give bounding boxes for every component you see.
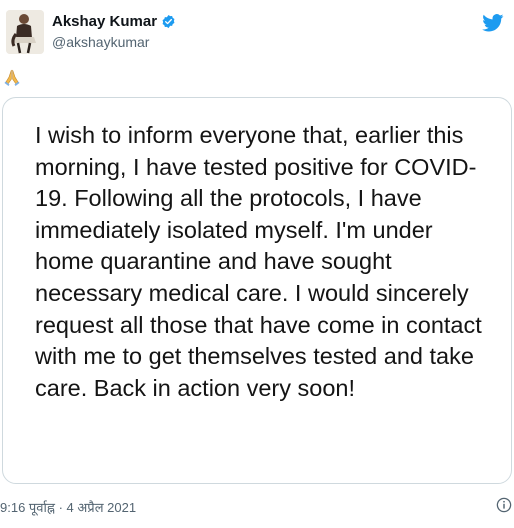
statement-text: I wish to inform everyone that, earlier … [35, 122, 482, 401]
display-name[interactable]: Akshay Kumar [52, 13, 157, 30]
author-handle[interactable]: @akshaykumar [52, 34, 149, 50]
info-icon[interactable] [496, 497, 512, 513]
profile-photo [6, 10, 44, 54]
author-name-row[interactable]: Akshay Kumar [52, 13, 176, 30]
verified-badge-icon [162, 14, 175, 29]
tweet-timestamp[interactable]: 9:16 पूर्वाह्न · 4 अप्रैल 2021 [0, 498, 136, 516]
pray-emoji-icon [4, 69, 20, 86]
statement-image[interactable]: I wish to inform everyone that, earlier … [2, 97, 512, 484]
twitter-bird-icon[interactable] [482, 14, 504, 32]
avatar[interactable] [6, 10, 44, 54]
